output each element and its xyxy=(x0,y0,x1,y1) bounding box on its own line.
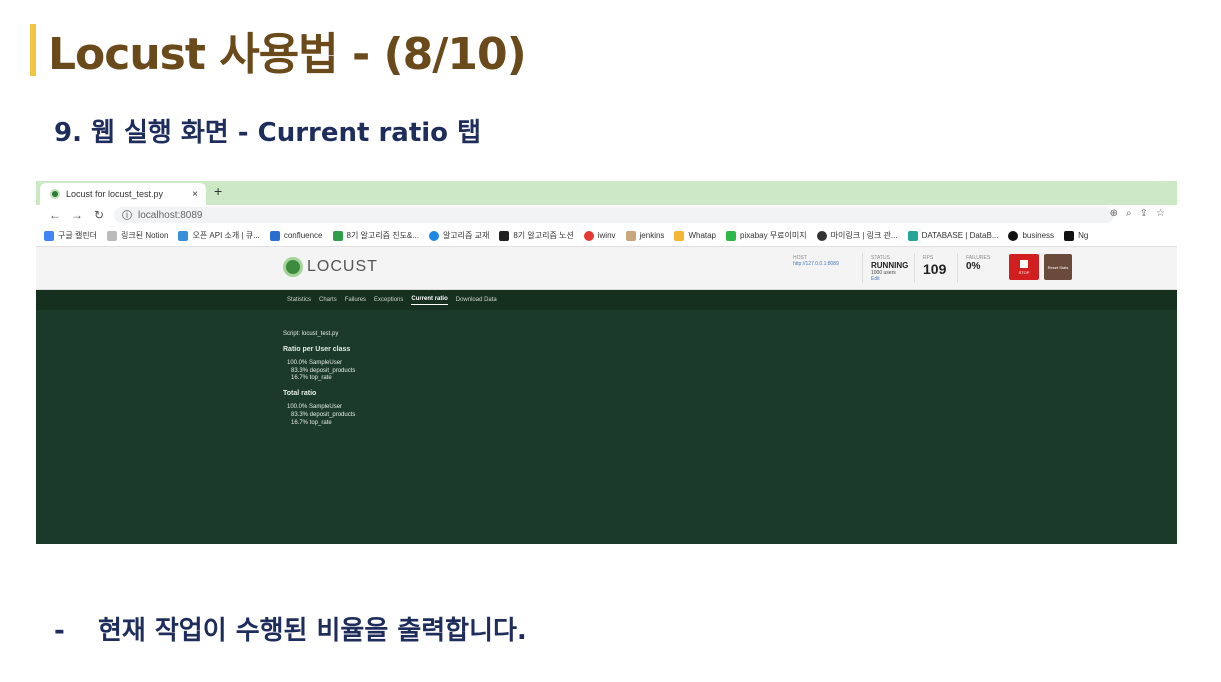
github-icon xyxy=(1008,230,1019,241)
ratio-line: 16.7% top_rate xyxy=(291,375,332,382)
bookmark-item[interactable]: 마이링크 | 링크 관... xyxy=(816,230,898,241)
tab-exceptions[interactable]: Exceptions xyxy=(374,297,403,303)
new-tab-button[interactable]: + xyxy=(214,183,222,199)
ng-icon xyxy=(1064,230,1075,241)
locust-tab-nav: Statistics Charts Failures Exceptions Cu… xyxy=(36,290,1177,310)
url-text: localhost:8089 xyxy=(138,209,203,221)
ratio-line: 83.3% deposit_products xyxy=(291,412,356,419)
locust-favicon-icon xyxy=(50,189,60,199)
pixabay-icon xyxy=(726,230,737,241)
close-tab-icon[interactable]: × xyxy=(192,189,198,200)
iwinv-icon xyxy=(583,230,594,241)
notion-icon xyxy=(499,230,510,241)
note-dash: - xyxy=(54,616,65,646)
stop-button[interactable]: STOP xyxy=(1009,254,1039,280)
bookmark-item[interactable]: jenkins xyxy=(625,230,664,241)
bookmark-item[interactable]: 알고리즘 교재 xyxy=(428,230,489,241)
tab-download-data[interactable]: Download Data xyxy=(456,297,497,303)
host-stat: HOST http://127.0.0.1:8089 xyxy=(793,255,839,267)
bookmark-item[interactable]: 구글 캘린더 xyxy=(44,230,97,241)
ratio-line: 100.0% SampleUser xyxy=(287,404,343,411)
bookmark-item[interactable]: 8기 알고리즘 노션 xyxy=(499,230,574,241)
bookmark-item[interactable]: Ng xyxy=(1064,230,1088,241)
tab-strip: Locust for locust_test.py × + xyxy=(36,181,1177,205)
whatap-icon xyxy=(674,230,685,241)
ratio-line: 16.7% top_rate xyxy=(291,419,332,426)
bookmark-item[interactable]: iwinv xyxy=(583,230,616,241)
reload-icon[interactable]: ↻ xyxy=(88,208,110,222)
reset-stats-button[interactable]: Reset Stats xyxy=(1044,254,1072,280)
bookmark-item[interactable]: Whatap xyxy=(674,230,716,241)
note-text: 현재 작업이 수행된 비율을 출력합니다. xyxy=(98,616,527,646)
title-accent-bar xyxy=(30,24,36,76)
locust-logo: LOCUST xyxy=(283,257,378,277)
slide-note: - 현재 작업이 수행된 비율을 출력합니다. xyxy=(54,610,527,647)
confluence-icon xyxy=(269,230,280,241)
tab-failures[interactable]: Failures xyxy=(345,297,366,303)
forward-arrow-icon[interactable]: → xyxy=(66,208,88,222)
tab-current-ratio[interactable]: Current ratio xyxy=(411,296,448,305)
bookmark-item[interactable]: pixabay 무료이미지 xyxy=(726,230,807,241)
address-bar-icons[interactable]: ⊕⌕⇪☆ xyxy=(1110,208,1173,219)
browser-screenshot: Locust for locust_test.py × + ← → ↻ i lo… xyxy=(36,181,1177,544)
link-icon xyxy=(107,230,118,241)
current-ratio-panel: Script: locust_test.py Ratio per User cl… xyxy=(283,331,355,428)
locust-logo-icon xyxy=(283,257,303,277)
stop-icon xyxy=(1020,259,1028,268)
divider xyxy=(957,253,958,283)
api-icon xyxy=(178,230,189,241)
slide-title: Locust 사용법 - (8/10) xyxy=(48,29,527,80)
database-icon xyxy=(907,230,918,241)
jenkins-icon xyxy=(625,230,636,241)
divider xyxy=(914,253,915,283)
tab-title: Locust for locust_test.py xyxy=(66,189,164,199)
browser-tab[interactable]: Locust for locust_test.py × xyxy=(40,183,206,205)
bookmark-item[interactable]: DATABASE | DataB... xyxy=(907,230,998,241)
total-ratio-heading: Total ratio xyxy=(283,390,317,398)
calendar-icon xyxy=(44,230,54,241)
script-line: Script: locust_test.py xyxy=(283,331,339,337)
slide-subtitle: 9. 웹 실행 화면 - Current ratio 탭 xyxy=(54,118,482,148)
ratio-per-class-heading: Ratio per User class xyxy=(283,345,351,353)
mylink-icon xyxy=(816,230,827,241)
site-info-icon[interactable]: i xyxy=(122,210,132,220)
sheet-icon xyxy=(332,230,343,241)
tab-charts[interactable]: Charts xyxy=(319,297,337,303)
failures-stat: FAILURES 0% xyxy=(966,255,991,272)
cloud-icon xyxy=(428,230,439,241)
ratio-line: 83.3% deposit_products xyxy=(291,367,356,374)
ratio-line: 100.0% SampleUser xyxy=(287,359,343,366)
bookmarks-bar: 구글 캘린더 링크된 Notion 오픈 API 소개 | 큐... confl… xyxy=(36,225,1177,247)
status-stat: STATUS RUNNING 1000 users Edit xyxy=(871,255,909,282)
locust-header: LOCUST HOST http://127.0.0.1:8089 STATUS… xyxy=(36,247,1177,290)
tab-statistics[interactable]: Statistics xyxy=(287,297,311,303)
back-arrow-icon[interactable]: ← xyxy=(44,208,66,222)
bookmark-item[interactable]: 8기 알고리즘 진도&... xyxy=(332,230,419,241)
url-input[interactable]: i localhost:8089 xyxy=(114,207,1114,223)
bookmark-item[interactable]: confluence xyxy=(269,230,323,241)
bookmark-item[interactable]: business xyxy=(1008,230,1054,241)
bookmark-item[interactable]: 링크된 Notion xyxy=(107,230,168,241)
rps-stat: RPS 109 xyxy=(923,255,947,277)
divider xyxy=(862,253,863,283)
address-bar-row: ← → ↻ i localhost:8089 ⊕⌕⇪☆ xyxy=(36,205,1177,225)
bookmark-item[interactable]: 오픈 API 소개 | 큐... xyxy=(178,230,260,241)
edit-link[interactable]: Edit xyxy=(871,276,908,282)
